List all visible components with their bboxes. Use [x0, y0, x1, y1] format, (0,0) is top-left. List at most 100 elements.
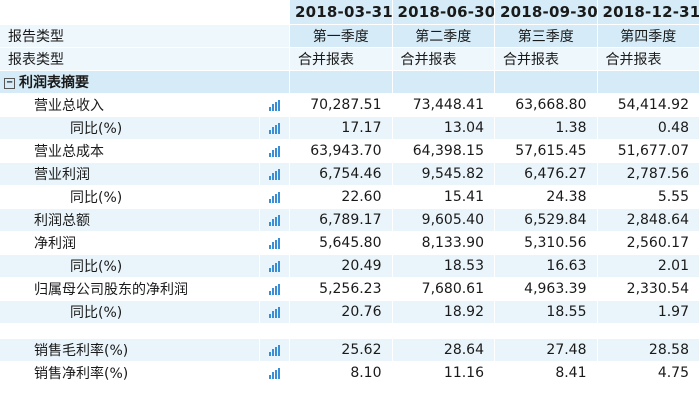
table-row: 利润总额 6,789.17 9,605.40 6,529.84 2,848.64 — [0, 209, 700, 232]
row-value: 18.92 — [392, 301, 495, 324]
period-header[interactable]: 2018-09-30 — [495, 0, 598, 25]
row-value: 2.01 — [597, 255, 700, 278]
bar-chart-icon[interactable] — [269, 237, 280, 249]
row-value: 20.49 — [290, 255, 393, 278]
statement-type-label: 报表类型 — [0, 48, 290, 71]
report-type-row: 报告类型 第一季度 第二季度 第三季度 第四季度 — [0, 25, 700, 48]
period-header[interactable]: 2018-03-31 — [290, 0, 393, 25]
chart-button[interactable] — [260, 362, 290, 385]
table-row: 销售毛利率(%) 25.62 28.64 27.48 28.58 — [0, 339, 700, 362]
bar-chart-icon[interactable] — [269, 283, 280, 295]
row-value: 2,330.54 — [597, 278, 700, 301]
spacer-cell — [495, 324, 598, 339]
row-value: 7,680.61 — [392, 278, 495, 301]
row-label: 同比(%) — [0, 117, 260, 140]
row-value: 5,256.23 — [290, 278, 393, 301]
row-value: 17.17 — [290, 117, 393, 140]
row-value: 51,677.07 — [597, 140, 700, 163]
bar-chart-icon[interactable] — [269, 191, 280, 203]
row-value: 28.58 — [597, 339, 700, 362]
statement-type-value: 合并报表 — [597, 48, 700, 71]
row-value: 0.48 — [597, 117, 700, 140]
period-header[interactable]: 2018-06-30 — [392, 0, 495, 25]
bar-chart-icon[interactable] — [269, 306, 280, 318]
table-row: 营业总收入 70,287.51 73,448.41 63,668.80 54,414.9… — [0, 94, 700, 117]
section-spacer — [0, 324, 700, 339]
report-type-value: 第四季度 — [597, 25, 700, 48]
row-value: 24.38 — [495, 186, 598, 209]
row-label: 销售毛利率(%) — [0, 339, 260, 362]
table-row: 净利润 5,645.80 8,133.90 5,310.56 2,560.17 — [0, 232, 700, 255]
row-value: 5,310.56 — [495, 232, 598, 255]
row-value: 4,963.39 — [495, 278, 598, 301]
period-header-row: 2018-03-31 2018-06-30 2018-09-30 2018-12… — [0, 0, 700, 25]
row-value: 9,605.40 — [392, 209, 495, 232]
row-label: 归属母公司股东的净利润 — [0, 278, 260, 301]
bar-chart-icon[interactable] — [269, 260, 280, 272]
row-value: 8,133.90 — [392, 232, 495, 255]
row-value: 54,414.92 — [597, 94, 700, 117]
table-row: 营业总成本 63,943.70 64,398.15 57,615.45 51,677.0… — [0, 140, 700, 163]
row-value: 16.63 — [495, 255, 598, 278]
chart-button[interactable] — [260, 117, 290, 140]
chart-button[interactable] — [260, 140, 290, 163]
row-value: 6,789.17 — [290, 209, 393, 232]
bar-chart-icon[interactable] — [269, 168, 280, 180]
group-label: 利润表摘要 — [19, 75, 89, 91]
chart-button[interactable] — [260, 94, 290, 117]
bar-chart-icon[interactable] — [269, 367, 280, 379]
group-fill — [597, 71, 700, 94]
row-label: 同比(%) — [0, 186, 260, 209]
bar-chart-icon[interactable] — [269, 99, 280, 111]
table-row: 同比(%) 20.49 18.53 16.63 2.01 — [0, 255, 700, 278]
row-value: 11.16 — [392, 362, 495, 385]
chart-button[interactable] — [260, 255, 290, 278]
statement-type-value: 合并报表 — [392, 48, 495, 71]
chart-button[interactable] — [260, 163, 290, 186]
chart-button[interactable] — [260, 232, 290, 255]
row-value: 1.97 — [597, 301, 700, 324]
row-label: 营业总成本 — [0, 140, 260, 163]
row-value: 57,615.45 — [495, 140, 598, 163]
row-value: 18.53 — [392, 255, 495, 278]
row-value: 63,668.80 — [495, 94, 598, 117]
row-value: 27.48 — [495, 339, 598, 362]
bar-chart-icon[interactable] — [269, 122, 280, 134]
row-label: 同比(%) — [0, 255, 260, 278]
group-header[interactable]: − 利润表摘要 — [0, 71, 290, 94]
group-fill — [392, 71, 495, 94]
table-row: 同比(%) 22.60 15.41 24.38 5.55 — [0, 186, 700, 209]
chart-button[interactable] — [260, 278, 290, 301]
row-value: 6,476.27 — [495, 163, 598, 186]
row-value: 8.41 — [495, 362, 598, 385]
bar-chart-icon[interactable] — [269, 214, 280, 226]
chart-button[interactable] — [260, 209, 290, 232]
spacer-cell — [597, 324, 700, 339]
bar-chart-icon[interactable] — [269, 145, 280, 157]
row-value: 2,848.64 — [597, 209, 700, 232]
row-value: 6,754.46 — [290, 163, 393, 186]
row-value: 2,787.56 — [597, 163, 700, 186]
row-value: 64,398.15 — [392, 140, 495, 163]
chart-button[interactable] — [260, 186, 290, 209]
spacer-cell — [290, 324, 393, 339]
table-row: 营业利润 6,754.46 9,545.82 6,476.27 2,787.56 — [0, 163, 700, 186]
report-type-value: 第二季度 — [392, 25, 495, 48]
row-label: 营业利润 — [0, 163, 260, 186]
spacer-cell — [0, 324, 260, 339]
row-value: 28.64 — [392, 339, 495, 362]
table-row: 销售净利率(%) 8.10 11.16 8.41 4.75 — [0, 362, 700, 385]
period-header[interactable]: 2018-12-31 — [597, 0, 700, 25]
table-row: 归属母公司股东的净利润 5,256.23 7,680.61 4,963.39 2,330… — [0, 278, 700, 301]
bar-chart-icon[interactable] — [269, 344, 280, 356]
report-type-value: 第三季度 — [495, 25, 598, 48]
row-value: 20.76 — [290, 301, 393, 324]
row-label: 销售净利率(%) — [0, 362, 260, 385]
row-value: 5,645.80 — [290, 232, 393, 255]
chart-button[interactable] — [260, 301, 290, 324]
row-value: 18.55 — [495, 301, 598, 324]
chart-button[interactable] — [260, 339, 290, 362]
statement-type-value: 合并报表 — [495, 48, 598, 71]
collapse-toggle-icon[interactable]: − — [4, 77, 15, 89]
row-value: 70,287.51 — [290, 94, 393, 117]
